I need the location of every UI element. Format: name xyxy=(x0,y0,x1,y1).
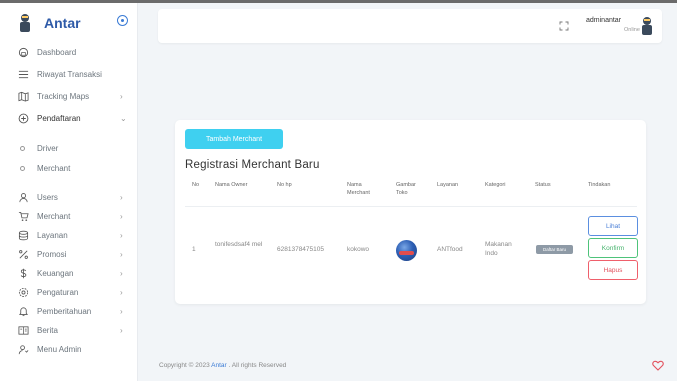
list-icon xyxy=(17,68,29,80)
confirm-button[interactable]: Konfirm xyxy=(588,238,638,258)
sidebar-item-dashboard[interactable]: Dashboard xyxy=(0,42,138,62)
cell-owner: tonifesdsaf4 mel xyxy=(215,241,263,248)
sidebar-item-label: Driver xyxy=(37,143,59,153)
sidebar-item-label: Layanan xyxy=(37,230,68,240)
chevron-right-icon: › xyxy=(120,192,123,202)
dollar-icon xyxy=(17,267,29,279)
sidebar-item-users[interactable]: Users › xyxy=(0,187,138,207)
chevron-right-icon: › xyxy=(120,306,123,316)
sidebar-item-label: Menu Admin xyxy=(37,344,82,354)
percent-icon xyxy=(17,248,29,260)
delete-button[interactable]: Hapus xyxy=(588,260,638,280)
brand[interactable]: Antar xyxy=(0,3,138,41)
page-title: Registrasi Merchant Baru xyxy=(185,159,320,171)
sidebar-item-label: Riwayat Transaksi xyxy=(37,69,102,79)
sidebar-item-label: Merchant xyxy=(37,163,71,173)
column-header: Nama Merchant xyxy=(347,182,370,196)
footer: Copyright © 2023 Antar . All rights Rese… xyxy=(159,362,286,369)
bell-icon xyxy=(17,305,29,317)
sidebar-item-label: Pemberitahuan xyxy=(37,306,92,316)
user-name[interactable]: adminantar xyxy=(586,17,621,24)
fullscreen-icon[interactable] xyxy=(559,21,569,31)
sidebar-item-pemberitahuan[interactable]: Pemberitahuan › xyxy=(0,301,138,321)
footer-rights: . All rights Reserved xyxy=(226,362,287,369)
chevron-right-icon: › xyxy=(120,268,123,278)
plus-circle-icon xyxy=(17,112,29,124)
layers-icon xyxy=(17,229,29,241)
sidebar-item-label: Merchant xyxy=(37,211,71,221)
status-badge: Daftar Baru xyxy=(536,245,573,254)
cell-merchant-name: kokowo xyxy=(347,246,370,253)
newspaper-icon xyxy=(17,324,29,336)
sidebar-item-merchant[interactable]: Merchant › xyxy=(0,206,138,226)
sidebar-item-tracking-maps[interactable]: Tracking Maps › xyxy=(0,86,138,106)
footer-copyright: Copyright © 2023 xyxy=(159,362,212,369)
sidebar-item-label: Promosi xyxy=(37,249,67,259)
sidebar-item-berita[interactable]: Berita › xyxy=(0,320,138,340)
sidebar-item-label: Users xyxy=(37,192,58,202)
footer-brand-link[interactable]: Antar xyxy=(211,362,227,369)
sidebar-subitem-merchant[interactable]: Merchant xyxy=(0,158,138,178)
column-header: Nama Owner xyxy=(215,182,248,188)
cell-phone: 6281378475105 xyxy=(277,246,324,253)
circle-bullet-icon xyxy=(20,165,25,171)
sidebar-item-layanan[interactable]: Layanan › xyxy=(0,225,138,245)
brand-logo-icon xyxy=(20,14,30,32)
sidebar-item-label: Pendaftaran xyxy=(37,113,81,123)
sidebar-toggle-icon[interactable] xyxy=(117,15,128,26)
circle-bullet-icon xyxy=(20,145,25,151)
sidebar-item-promosi[interactable]: Promosi › xyxy=(0,244,138,264)
sidebar-item-label: Berita xyxy=(37,325,58,335)
chevron-right-icon: › xyxy=(120,230,123,240)
sidebar-item-riwayat-transaksi[interactable]: Riwayat Transaksi xyxy=(0,64,138,84)
column-header: Tindakan xyxy=(588,182,611,188)
sidebar-item-menu-admin[interactable]: Menu Admin xyxy=(0,339,138,359)
admin-icon xyxy=(17,343,29,355)
table-header-divider xyxy=(185,206,637,207)
merchant-registration-card: Tambah Merchant Registrasi Merchant Baru… xyxy=(175,120,646,304)
column-header: Layanan xyxy=(437,182,459,188)
chevron-down-icon: ⌄ xyxy=(120,113,127,123)
avatar[interactable] xyxy=(640,16,654,36)
chevron-right-icon: › xyxy=(120,91,123,101)
cell-layanan: ANTfood xyxy=(437,246,463,253)
column-header: No hp xyxy=(277,182,292,188)
chevron-right-icon: › xyxy=(120,325,123,335)
column-header: No xyxy=(192,182,200,188)
chevron-right-icon: › xyxy=(120,211,123,221)
cart-icon xyxy=(17,210,29,222)
sidebar-item-pengaturan[interactable]: Pengaturan › xyxy=(0,282,138,302)
sidebar-item-label: Keuangan xyxy=(37,268,74,278)
store-image xyxy=(396,240,417,261)
column-header: Kategori xyxy=(485,182,506,188)
top-header: adminantar Online xyxy=(158,9,662,43)
column-header: Gambar Toko xyxy=(396,182,416,196)
sidebar-item-keuangan[interactable]: Keuangan › xyxy=(0,263,138,283)
view-button[interactable]: Lihat xyxy=(588,216,638,236)
map-icon xyxy=(17,90,29,102)
user-icon xyxy=(17,191,29,203)
sidebar-item-label: Dashboard xyxy=(37,47,77,57)
cell-no: 1 xyxy=(192,246,196,253)
brand-name: Antar xyxy=(44,15,81,31)
sidebar: Antar Dashboard Riwayat Transaksi Tracki… xyxy=(0,3,138,381)
add-merchant-button[interactable]: Tambah Merchant xyxy=(185,129,283,149)
user-status: Online xyxy=(624,27,640,33)
chevron-right-icon: › xyxy=(120,287,123,297)
chevron-right-icon: › xyxy=(120,249,123,259)
home-icon xyxy=(17,46,29,58)
cell-kategori: Makanan Indo xyxy=(485,241,512,257)
gear-icon xyxy=(17,286,29,298)
sidebar-subitem-driver[interactable]: Driver xyxy=(0,138,138,158)
heart-icon xyxy=(652,360,664,371)
sidebar-item-label: Pengaturan xyxy=(37,287,79,297)
column-header: Status xyxy=(535,182,551,188)
sidebar-item-label: Tracking Maps xyxy=(37,91,90,101)
sidebar-item-pendaftaran[interactable]: Pendaftaran ⌄ xyxy=(0,108,138,128)
